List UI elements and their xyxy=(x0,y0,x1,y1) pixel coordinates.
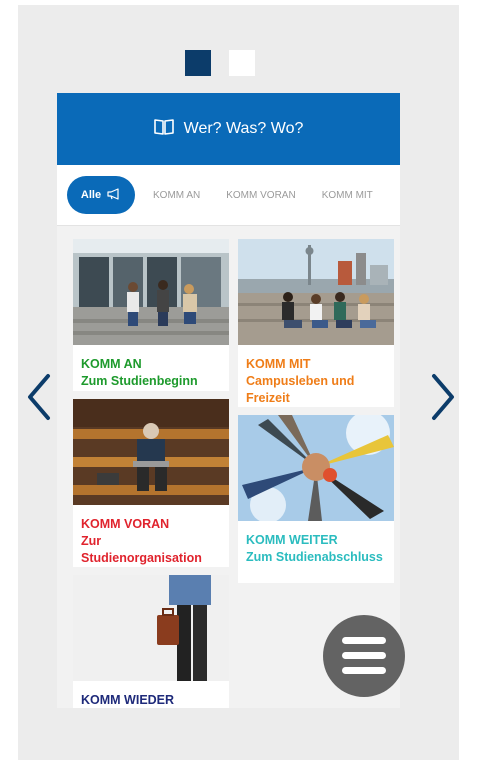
card-title: Zur Studienorganisation xyxy=(81,534,202,565)
card-kicker: KOMM WEITER xyxy=(246,533,338,547)
card-kicker: KOMM AN xyxy=(81,357,142,371)
person-with-briefcase-image xyxy=(73,575,229,681)
category-tabs: Alle KOMM AN KOMM VORAN KOMM MIT xyxy=(57,165,400,226)
card-title: Campusleben und Freizeit xyxy=(246,374,355,405)
carousel-pager xyxy=(185,50,255,76)
next-arrow-icon[interactable] xyxy=(428,372,458,422)
tab-komm-mit[interactable]: KOMM MIT xyxy=(322,190,373,201)
card-kicker: KOMM WIEDER xyxy=(81,693,175,707)
card-kicker: KOMM MIT xyxy=(246,357,311,371)
students-on-riverbank-image xyxy=(238,239,394,345)
pager-dot-active[interactable] xyxy=(185,50,211,76)
megaphone-icon xyxy=(107,187,121,203)
pager-dot-inactive[interactable] xyxy=(229,50,255,76)
book-icon xyxy=(153,118,174,141)
student-with-laptop-image xyxy=(73,399,229,505)
hands-in-circle-image xyxy=(238,411,394,523)
card-komm-weiter[interactable]: KOMM WEITER Zum Studienabschluss xyxy=(238,411,394,583)
card-komm-an[interactable]: KOMM AN Zum Studienbeginn xyxy=(73,239,229,391)
menu-button[interactable] xyxy=(323,615,405,697)
phone-screen: Wer? Was? Wo? Alle KOMM AN KOMM VORAN KO… xyxy=(57,93,400,708)
tab-alle-label: Alle xyxy=(80,189,102,201)
card-title: Zum Studienabschluss xyxy=(246,550,383,564)
tab-alle[interactable]: Alle xyxy=(67,176,135,214)
card-komm-mit[interactable]: KOMM MIT Campusleben und Freizeit xyxy=(238,239,394,407)
previous-arrow-icon[interactable] xyxy=(24,372,54,422)
card-komm-wieder[interactable]: KOMM WIEDER xyxy=(73,575,229,708)
app-header: Wer? Was? Wo? xyxy=(57,93,400,165)
card-kicker: KOMM VORAN xyxy=(81,517,170,531)
header-title: Wer? Was? Wo? xyxy=(183,120,304,137)
card-title: Zum Studienbeginn xyxy=(81,374,198,388)
students-on-steps-image xyxy=(73,239,229,345)
card-komm-voran[interactable]: KOMM VORAN Zur Studienorganisation xyxy=(73,399,229,567)
tab-komm-an[interactable]: KOMM AN xyxy=(153,190,200,201)
tab-komm-voran[interactable]: KOMM VORAN xyxy=(226,190,295,201)
